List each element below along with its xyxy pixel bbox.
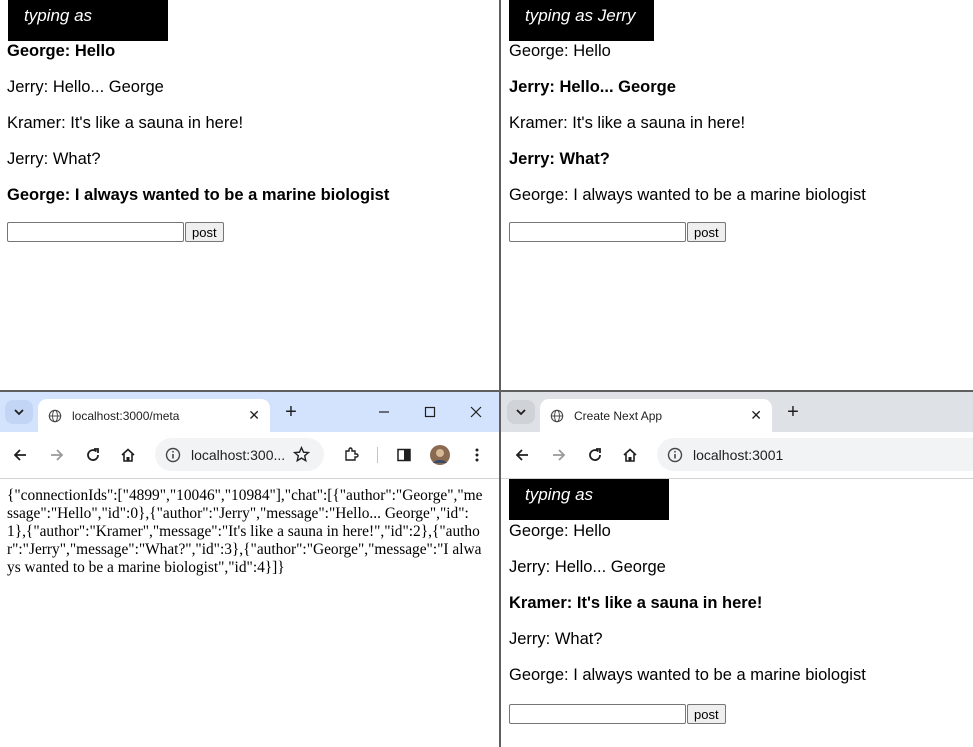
message-input[interactable] (509, 222, 686, 242)
pane-divider-horizontal (0, 390, 973, 392)
message-composer: post (7, 222, 224, 242)
maximize-icon[interactable] (415, 400, 445, 424)
tab-title: Create Next App (574, 408, 663, 423)
chevron-down-icon (516, 409, 526, 416)
message-input[interactable] (7, 222, 184, 242)
info-icon[interactable] (667, 447, 683, 463)
message-item: George: Hello (509, 42, 611, 60)
post-button[interactable]: post (687, 704, 726, 724)
message-item: Kramer: It's like a sauna in here! (509, 594, 763, 612)
tab-title: localhost:3000/meta (72, 408, 180, 423)
message-composer: post (509, 704, 726, 724)
kramer-browser-window: Create Next App ✕ + localhost:3001 typin… (501, 392, 973, 747)
globe-icon (48, 409, 62, 422)
info-icon[interactable] (165, 447, 181, 463)
message-item: Kramer: It's like a sauna in here! (7, 114, 244, 132)
message-list: George: Hello Jerry: Hello... George Kra… (509, 40, 866, 220)
more-icon[interactable] (465, 443, 489, 467)
avatar[interactable] (428, 443, 452, 467)
plus-icon[interactable]: + (279, 400, 303, 424)
message-list: George: Hello Jerry: Hello... George Kra… (7, 40, 389, 220)
message-item: Jerry: Hello... George (7, 78, 164, 96)
forward-icon[interactable] (45, 443, 69, 467)
message-list: George: Hello Jerry: Hello... George Kra… (509, 520, 866, 700)
typing-as-banner: typing as Kramer (509, 479, 669, 536)
page-content: typing as Kramer George: Hello Jerry: He… (501, 479, 973, 747)
message-item: George: Hello (7, 42, 116, 60)
pane-divider-vertical (499, 0, 501, 747)
tab-create-next-app[interactable]: Create Next App ✕ (540, 399, 772, 432)
typing-as-banner: typing as Jerry (509, 0, 654, 41)
side-panel-icon[interactable] (392, 443, 416, 467)
post-button[interactable]: post (687, 222, 726, 242)
globe-icon (550, 409, 564, 422)
message-item: Jerry: What? (7, 150, 101, 168)
url-text: localhost:300... (191, 446, 286, 463)
post-button[interactable]: post (185, 222, 224, 242)
message-item: Jerry: What? (509, 150, 610, 168)
message-item: George: I always wanted to be a marine b… (509, 186, 866, 204)
message-item: George: I always wanted to be a marine b… (509, 666, 866, 684)
message-item: George: I always wanted to be a marine b… (7, 186, 390, 204)
close-window-icon[interactable] (461, 400, 491, 424)
tab-search-button[interactable] (5, 400, 33, 424)
plus-icon[interactable]: + (781, 400, 805, 424)
jerry-chat-pane: typing as Jerry George: Hello Jerry: Hel… (501, 0, 973, 390)
page-content: {"connectionIds":["4899","10046","10984"… (0, 479, 499, 747)
message-item: Jerry: Hello... George (509, 78, 676, 96)
tab-strip: localhost:3000/meta ✕ + (0, 392, 499, 432)
chevron-down-icon (14, 409, 24, 416)
extensions-icon[interactable] (339, 443, 363, 467)
reload-icon[interactable] (81, 443, 105, 467)
message-item: Kramer: It's like a sauna in here! (509, 114, 746, 132)
close-icon[interactable]: ✕ (248, 407, 260, 424)
message-item: Jerry: Hello... George (509, 558, 666, 576)
home-icon[interactable] (618, 443, 642, 467)
toolbar-divider (377, 447, 378, 463)
tab-meta[interactable]: localhost:3000/meta ✕ (38, 399, 270, 432)
message-composer: post (509, 222, 726, 242)
minimize-icon[interactable] (369, 400, 399, 424)
forward-icon[interactable] (547, 443, 571, 467)
back-icon[interactable] (8, 443, 32, 467)
browser-toolbar: localhost:3001 (501, 432, 973, 479)
george-chat-pane: typing as George George: Hello Jerry: He… (0, 0, 499, 390)
tab-search-button[interactable] (507, 400, 535, 424)
back-icon[interactable] (510, 443, 534, 467)
message-item: Jerry: What? (509, 630, 603, 648)
tab-strip: Create Next App ✕ + (501, 392, 973, 432)
message-item: George: Hello (509, 522, 611, 540)
home-icon[interactable] (116, 443, 140, 467)
close-icon[interactable]: ✕ (750, 407, 762, 424)
address-bar[interactable]: localhost:3001 (657, 438, 973, 471)
star-icon[interactable] (293, 446, 310, 463)
browser-toolbar: localhost:300... (0, 432, 499, 479)
meta-browser-window: localhost:3000/meta ✕ + localhost:300...… (0, 392, 499, 747)
json-response-text: {"connectionIds":["4899","10046","10984"… (7, 487, 483, 576)
url-text: localhost:3001 (693, 446, 784, 463)
reload-icon[interactable] (583, 443, 607, 467)
address-bar[interactable]: localhost:300... (155, 438, 324, 471)
typing-as-banner: typing as George (8, 0, 168, 57)
message-input[interactable] (509, 704, 686, 724)
